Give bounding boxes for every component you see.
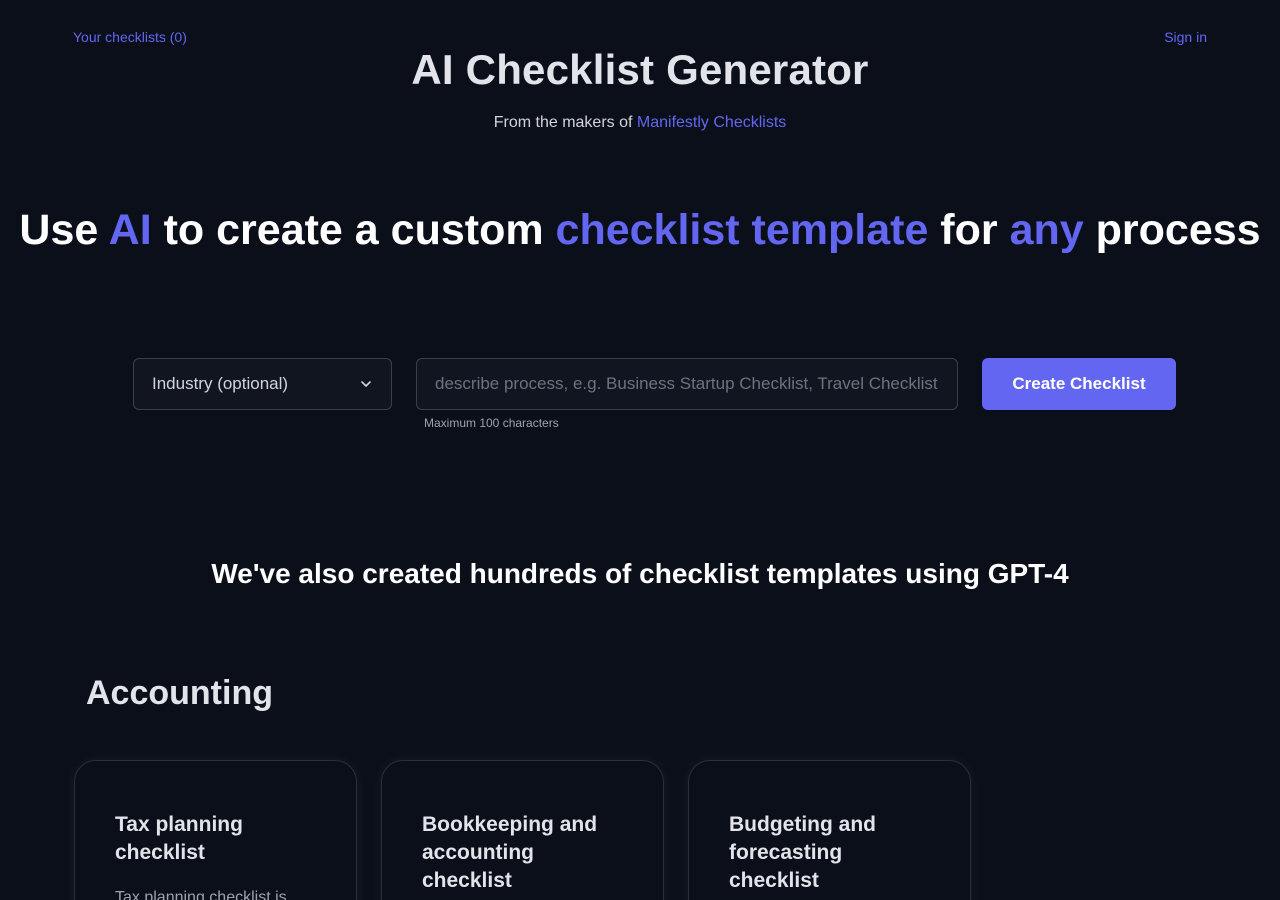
sign-in-link[interactable]: Sign in: [1164, 29, 1207, 45]
hero-text-3: for: [928, 206, 1010, 254]
manifestly-link[interactable]: Manifestly Checklists: [637, 114, 786, 131]
template-card-tax-planning[interactable]: Tax planning checklist Tax planning chec…: [74, 760, 357, 900]
industry-select-label: Industry (optional): [152, 374, 289, 393]
hero-heading: Use AI to create a custom checklist temp…: [0, 200, 1280, 260]
your-checklists-link[interactable]: Your checklists (0): [73, 29, 187, 45]
templates-heading: We've also created hundreds of checklist…: [211, 558, 1069, 589]
character-limit-hint: Maximum 100 characters: [424, 416, 559, 430]
subtitle-prefix: From the makers of: [493, 114, 637, 131]
card-title: Bookkeeping and accounting checklist: [422, 813, 598, 892]
hero-text-2: to create a custom: [151, 206, 556, 254]
chevron-down-icon: [361, 381, 371, 387]
subtitle: From the makers of Manifestly Checklists: [0, 114, 1280, 132]
industry-select[interactable]: Industry (optional): [133, 358, 392, 410]
create-checklist-button[interactable]: Create Checklist: [982, 358, 1176, 410]
card-title: Tax planning checklist: [115, 813, 243, 864]
card-title: Budgeting and forecasting checklist: [729, 813, 876, 892]
hero-highlight-any: any: [1009, 206, 1084, 254]
category-title: Accounting: [86, 674, 273, 712]
template-card-budgeting[interactable]: Budgeting and forecasting checklist: [688, 760, 971, 900]
hero-highlight-ai: AI: [108, 206, 152, 254]
app-title: AI Checklist Generator: [411, 46, 869, 93]
card-description: Tax planning checklist is: [115, 889, 287, 900]
page: Your checklists (0) Sign in AI Checklist…: [0, 0, 1280, 900]
hero-text-1: Use: [19, 206, 109, 254]
hero-highlight-template: checklist template: [555, 206, 929, 254]
process-input[interactable]: [416, 358, 958, 410]
template-card-bookkeeping[interactable]: Bookkeeping and accounting checklist: [381, 760, 664, 900]
hero-text-4: process: [1083, 206, 1261, 254]
